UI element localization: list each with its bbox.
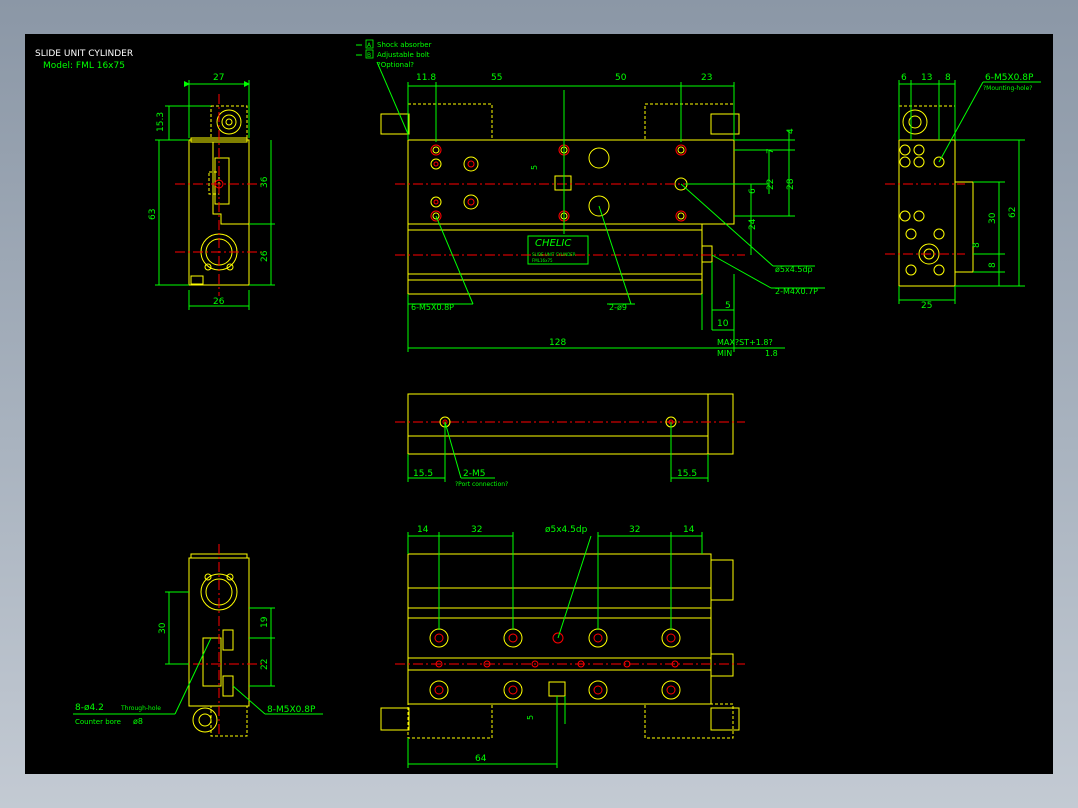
dim-b-64: 64 xyxy=(475,754,487,764)
legend: A Shock absorber B Adjustable bolt ?Opti… xyxy=(356,39,432,69)
dim-b-14a: 14 xyxy=(417,525,429,535)
title-line2: Model: FML 16x75 xyxy=(43,61,125,71)
callout-phi5: ø5x4.5dp xyxy=(775,265,813,274)
dim-15-3: 15.3 xyxy=(156,112,166,132)
dim-55: 55 xyxy=(491,73,502,83)
dim-bl-22: 22 xyxy=(260,659,270,670)
dim-r-8a: 8 xyxy=(972,242,982,248)
callout-m4: 2-M4X0.7P xyxy=(775,287,818,296)
dim-b-32b: 32 xyxy=(629,525,640,535)
dim-6: 6 xyxy=(748,188,758,194)
callout-m-2m5: 2-M5 xyxy=(463,469,485,479)
dim-bl-30: 30 xyxy=(158,622,168,634)
legend-shock: Shock absorber xyxy=(377,41,432,49)
dim-10: 10 xyxy=(717,319,729,329)
dim-4: 4 xyxy=(786,128,796,134)
left-end-view xyxy=(155,80,275,310)
dim-r-8: 8 xyxy=(945,73,951,83)
dim-b-32a: 32 xyxy=(471,525,482,535)
callout-phi9: 2-ø9 xyxy=(609,303,627,312)
callout-bl-cbore: Counter bore xyxy=(75,718,121,726)
dim-r-6: 6 xyxy=(901,73,907,83)
legend-optional: ?Optional? xyxy=(377,61,414,69)
dim-50: 50 xyxy=(615,73,627,83)
brand-sub2: FML16x75 xyxy=(532,258,553,263)
callout-r-mount: ?Mounting-hole? xyxy=(983,85,1032,92)
callout-b-dp: ø5x4.5dp xyxy=(545,525,588,535)
dim-r-30: 30 xyxy=(988,212,998,224)
dim-m-15-5a: 15.5 xyxy=(413,469,433,479)
dim-5-b: 5 xyxy=(725,301,731,311)
dim-bl-19: 19 xyxy=(260,616,270,628)
callout-bl-hole: 8-ø4.2 xyxy=(75,703,104,713)
dim-22: 22 xyxy=(766,179,776,190)
callout-m-port: ?Port connection? xyxy=(455,481,508,488)
dim-63: 63 xyxy=(148,209,158,220)
legend-adjust: Adjustable bolt xyxy=(377,51,430,59)
brand-logo: CHELIC xyxy=(535,238,571,249)
dim-27: 27 xyxy=(213,73,224,83)
brand-sub1: SLIDE UNIT CYLINDER xyxy=(532,252,576,257)
title-line1: SLIDE UNIT CYLINDER xyxy=(35,49,133,59)
dim-26-h: 26 xyxy=(213,297,225,307)
dim-36: 36 xyxy=(260,176,270,188)
dim-r-62: 62 xyxy=(1008,207,1018,218)
dim-m-15-5b: 15.5 xyxy=(677,469,697,479)
dim-min: MIN xyxy=(717,349,732,358)
dim-23: 23 xyxy=(701,73,712,83)
dim-7: 7 xyxy=(766,148,776,154)
dim-min-val: 1.8 xyxy=(765,349,778,358)
dim-r-25: 25 xyxy=(921,301,932,311)
dim-r-13: 13 xyxy=(921,73,932,83)
legend-mark-b: B xyxy=(367,52,371,59)
dim-r-8b: 8 xyxy=(988,262,998,268)
dim-24: 24 xyxy=(748,218,758,230)
dim-max: MAX?ST+1.8? xyxy=(717,338,773,347)
callout-bl-phi8: ø8 xyxy=(133,717,143,726)
dim-b-5: 5 xyxy=(526,715,535,720)
dim-28: 28 xyxy=(786,178,796,190)
cad-drawing: SLIDE UNIT CYLINDER Model: FML 16x75 A S… xyxy=(35,39,1041,768)
drawing-canvas: SLIDE UNIT CYLINDER Model: FML 16x75 A S… xyxy=(25,34,1053,774)
dim-128: 128 xyxy=(549,338,566,348)
dim-b-14b: 14 xyxy=(683,525,695,535)
dim-26-v: 26 xyxy=(260,250,270,262)
callout-bl-m5: 8-M5X0.8P xyxy=(267,705,316,715)
right-end-view xyxy=(885,80,1041,304)
dim-5-a: 5 xyxy=(530,165,539,170)
callout-m5-6: 6-M5X0.8P xyxy=(411,303,454,312)
dim-11-8: 11.8 xyxy=(416,73,436,83)
callout-r-m5: 6-M5X0.8P xyxy=(985,73,1034,83)
callout-bl-through: Through-hole xyxy=(120,705,161,712)
bottom-view xyxy=(380,532,745,768)
